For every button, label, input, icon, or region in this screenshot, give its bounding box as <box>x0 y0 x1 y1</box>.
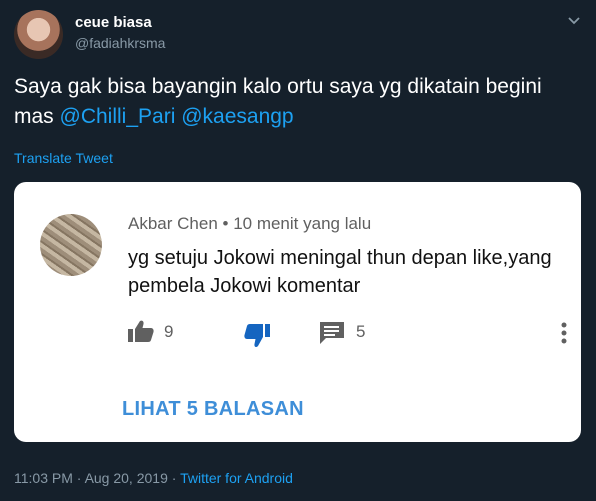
display-name[interactable]: ceue biasa <box>75 14 152 31</box>
comment-icon <box>320 322 344 344</box>
mention-link[interactable]: @kaesangp <box>181 105 293 128</box>
view-replies-label: LIHAT 5 BALASAN <box>122 398 304 420</box>
comment-author-avatar <box>40 214 102 276</box>
mention-link[interactable]: @Chilli_Pari <box>60 105 176 128</box>
more-vertical-icon <box>561 322 567 344</box>
like-count: 9 <box>164 322 174 341</box>
user-handle[interactable]: @fadiahkrsma <box>75 35 165 51</box>
reply-count: 5 <box>356 322 366 341</box>
comment-meta: Akbar Chen • 10 menit yang lalu <box>128 214 371 234</box>
chevron-down-icon[interactable] <box>566 12 582 28</box>
embedded-comment-card[interactable]: Akbar Chen • 10 menit yang lalu yg setuj… <box>14 182 581 442</box>
thumbs-down-icon <box>244 324 270 348</box>
footer-separator: · <box>167 470 181 486</box>
thumbs-up-icon <box>128 320 154 342</box>
tweet-source-link[interactable]: Twitter for Android <box>180 470 293 486</box>
translate-tweet-link[interactable]: Translate Tweet <box>14 150 113 166</box>
comment-actions: 9 5 <box>128 318 568 348</box>
footer-separator: · <box>72 470 85 486</box>
meta-separator: • <box>217 214 234 233</box>
avatar[interactable] <box>14 10 63 59</box>
tweet-time[interactable]: 11:03 PM <box>14 470 73 486</box>
tweet-footer: 11:03 PM · Aug 20, 2019 · Twitter for An… <box>14 470 293 486</box>
tweet-text: Saya gak bisa bayangin kalo ortu saya yg… <box>14 72 574 132</box>
comment-time: 10 menit yang lalu <box>233 214 372 233</box>
tweet-date[interactable]: Aug 20, 2019 <box>85 470 168 486</box>
comment-author: Akbar Chen <box>128 214 218 233</box>
comment-text: yg setuju Jokowi meningal thun depan lik… <box>128 247 552 297</box>
